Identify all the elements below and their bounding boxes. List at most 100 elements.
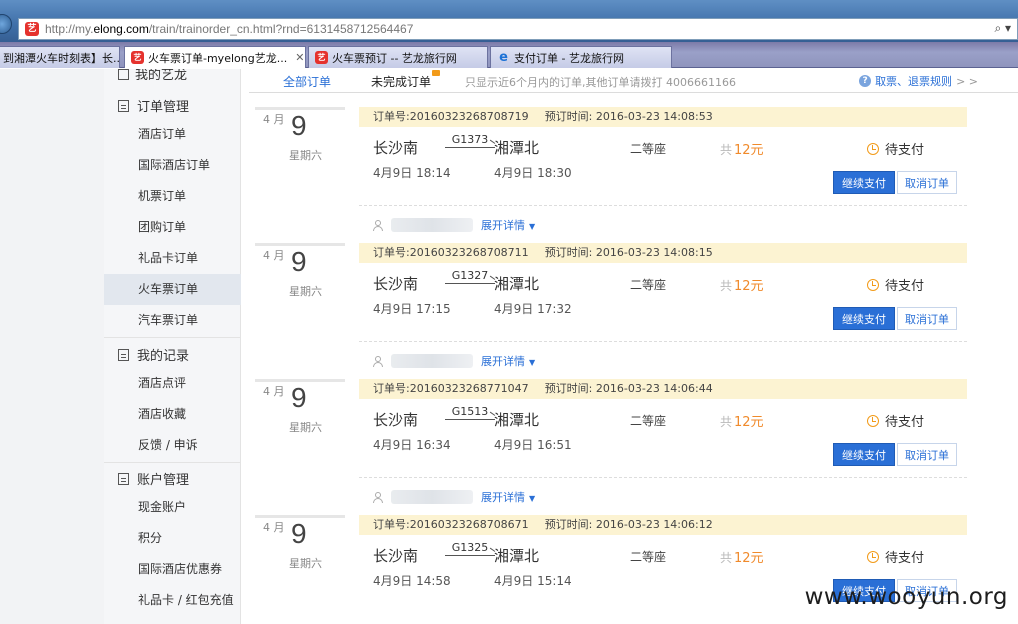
- order-day: 9: [291, 382, 307, 413]
- tab-label: 支付订单 - 艺龙旅行网: [514, 51, 624, 65]
- left-gutter: [0, 69, 104, 624]
- records-icon: [118, 348, 129, 361]
- sidebar-item-bus-orders[interactable]: 汽车票订单: [104, 305, 241, 336]
- order-header: 订单号:20160323268771047 预订时间: 2016-03-23 14…: [359, 379, 967, 399]
- order-day: 9: [291, 110, 307, 141]
- expand-details-link[interactable]: 展开详情 ▼: [481, 489, 535, 505]
- sidebar-item-cash-account[interactable]: 现金账户: [104, 492, 241, 523]
- tab-label: 火车票订单-myelong艺龙...: [148, 51, 288, 65]
- order-header: 订单号:20160323268708671 预订时间: 2016-03-23 14…: [359, 515, 967, 535]
- order-date: 4 月 9 星期六: [255, 379, 345, 479]
- browser-tab-timetable[interactable]: 到湘潭火车时刻表】长...: [0, 46, 120, 68]
- train-number: G1373: [445, 133, 495, 148]
- elong-favicon-icon: 艺: [131, 51, 144, 64]
- arrival-time: 4月9日 15:14: [494, 574, 572, 588]
- sidebar: 我的艺龙 订单管理 酒店订单 国际酒店订单 机票订单 团购订单 礼品卡订单 火车…: [104, 69, 241, 624]
- account-icon: [118, 472, 129, 485]
- order-header: 订单号:20160323268708711 预订时间: 2016-03-23 14…: [359, 243, 967, 263]
- divider: [104, 337, 241, 338]
- sidebar-item-hotel-favorites[interactable]: 酒店收藏: [104, 399, 241, 430]
- sidebar-item-hotel-reviews[interactable]: 酒店点评: [104, 368, 241, 399]
- sidebar-item-flight-orders[interactable]: 机票订单: [104, 181, 241, 212]
- continue-pay-button[interactable]: 继续支付: [833, 443, 895, 466]
- train-number: G1513: [445, 405, 495, 420]
- arrival-station: 湘潭北: [494, 139, 540, 157]
- departure-time: 4月9日 16:34: [373, 438, 451, 452]
- order-header: 订单号:20160323268708719 预订时间: 2016-03-23 14…: [359, 107, 967, 127]
- elong-favicon-icon: 艺: [25, 22, 39, 36]
- divider: [359, 205, 967, 206]
- tab-unfinished-orders[interactable]: 未完成订单: [371, 70, 441, 90]
- order-tip-text: 只显示近6个月内的订单,其他订单请拨打 4006661166: [465, 76, 736, 89]
- passenger-name-redacted: [391, 354, 473, 368]
- order-month: 4 月: [263, 521, 285, 534]
- sidebar-my-elong[interactable]: 我的艺龙: [118, 69, 187, 83]
- seat-class: 二等座: [630, 414, 667, 428]
- sidebar-item-points[interactable]: 积分: [104, 523, 241, 554]
- divider: [104, 462, 241, 463]
- help-icon: ?: [859, 75, 872, 87]
- clock-icon: [867, 414, 879, 427]
- sidebar-item-feedback[interactable]: 反馈 / 申诉: [104, 430, 241, 461]
- departure-station: 长沙南: [373, 411, 419, 429]
- cancel-order-button[interactable]: 取消订单: [897, 443, 957, 466]
- caret-down-icon: ▼: [529, 358, 536, 367]
- seat-class: 二等座: [630, 550, 667, 564]
- tab-all-orders[interactable]: 全部订单: [283, 73, 331, 90]
- order-card: 4 月 9 星期六 订单号:20160323268708711 预订时间: 201…: [249, 243, 1018, 379]
- orders-icon: [118, 99, 129, 112]
- arrival-time: 4月9日 16:51: [494, 438, 572, 452]
- order-number: 订单号:20160323268771047: [373, 382, 529, 395]
- sidebar-section-account: 账户管理: [118, 469, 189, 488]
- sidebar-item-hotel-orders[interactable]: 酒店订单: [104, 119, 241, 150]
- order-card: 4 月 9 星期六 订单号:20160323268771047 预订时间: 201…: [249, 379, 1018, 515]
- cancel-order-button[interactable]: 取消订单: [897, 307, 957, 330]
- sidebar-item-giftcard-topup[interactable]: 礼品卡 / 红包充值: [104, 585, 241, 616]
- order-weekday: 星期六: [289, 149, 322, 162]
- order-status: 待支付: [867, 411, 924, 430]
- departure-time: 4月9日 18:14: [373, 166, 451, 180]
- booking-time: 预订时间: 2016-03-23 14:08:15: [544, 246, 713, 259]
- arrival-station: 湘潭北: [494, 411, 540, 429]
- order-weekday: 星期六: [289, 285, 322, 298]
- arrival-station: 湘潭北: [494, 275, 540, 293]
- arrival-time: 4月9日 18:30: [494, 166, 572, 180]
- order-month: 4 月: [263, 113, 285, 126]
- booking-time: 预订时间: 2016-03-23 14:06:12: [544, 518, 713, 531]
- browser-tab-payment[interactable]: e 支付订单 - 艺龙旅行网: [490, 46, 672, 68]
- departure-station: 长沙南: [373, 275, 419, 293]
- close-tab-icon[interactable]: ✕: [295, 51, 304, 64]
- continue-pay-button[interactable]: 继续支付: [833, 171, 895, 194]
- order-list-area: 全部订单 未完成订单 只显示近6个月内的订单,其他订单请拨打 400666116…: [249, 69, 1018, 624]
- expand-details-link[interactable]: 展开详情 ▼: [481, 217, 535, 233]
- browser-tab-train-booking[interactable]: 艺 火车票预订 -- 艺龙旅行网: [308, 46, 488, 68]
- continue-pay-button[interactable]: 继续支付: [833, 307, 895, 330]
- sidebar-item-group-orders[interactable]: 团购订单: [104, 212, 241, 243]
- search-dropdown-icon[interactable]: ⌕ ▾: [994, 21, 1011, 36]
- order-number: 订单号:20160323268708671: [373, 518, 529, 531]
- clock-icon: [867, 278, 879, 291]
- passenger-name-redacted: [391, 490, 473, 504]
- ticket-rules-link[interactable]: ? 取票、退票规则 > >: [859, 73, 978, 89]
- cancel-order-button[interactable]: 取消订单: [897, 171, 957, 194]
- url-text: http://my.elong.com/train/trainorder_cn.…: [45, 22, 414, 36]
- departure-time: 4月9日 14:58: [373, 574, 451, 588]
- order-status: 待支付: [867, 547, 924, 566]
- train-number: G1325: [445, 541, 495, 556]
- sidebar-item-intl-hotel-orders[interactable]: 国际酒店订单: [104, 150, 241, 181]
- url-field[interactable]: 艺 http://my.elong.com/train/trainorder_c…: [18, 18, 1018, 40]
- sidebar-item-giftcard-orders[interactable]: 礼品卡订单: [104, 243, 241, 274]
- order-status: 待支付: [867, 275, 924, 294]
- expand-details-link[interactable]: 展开详情 ▼: [481, 353, 535, 369]
- sidebar-item-intl-coupons[interactable]: 国际酒店优惠券: [104, 554, 241, 585]
- elong-favicon-icon: 艺: [315, 51, 328, 64]
- divider: [359, 477, 967, 478]
- clock-icon: [867, 142, 879, 155]
- order-month: 4 月: [263, 249, 285, 262]
- browser-tab-train-orders[interactable]: 艺 火车票订单-myelong艺龙... ✕: [124, 46, 306, 68]
- home-icon: [118, 69, 129, 80]
- passenger-row: 展开详情 ▼: [373, 217, 535, 233]
- back-button[interactable]: [0, 14, 12, 34]
- sidebar-item-train-orders[interactable]: 火车票订单: [104, 274, 241, 305]
- user-icon: [373, 355, 383, 367]
